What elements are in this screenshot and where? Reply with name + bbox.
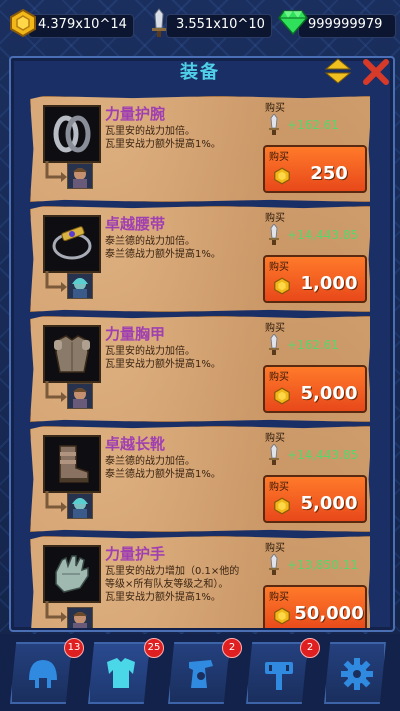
sword-icon — [269, 114, 279, 135]
item-name: 力量护手 — [105, 545, 166, 563]
sword-icon — [269, 554, 279, 575]
equipment-list[interactable]: 力量护腕 瓦里安的战力加倍。 瓦里安战力额外提高1%。 购买 +162.61 购… — [30, 92, 370, 628]
stat-value: +162.61 — [287, 118, 340, 132]
stat-bonus: +14,443.85 — [263, 441, 365, 469]
gold-coin-icon — [274, 167, 290, 185]
close-icon[interactable] — [362, 58, 390, 86]
resource-bar: 4.379x10^14 3.551x10^10 999999979 — [0, 0, 400, 48]
belt-icon — [52, 226, 92, 260]
sort-arrows-icon[interactable] — [324, 58, 352, 84]
price: 5,000 — [300, 383, 358, 404]
stat-value: +14,443.85 — [287, 448, 359, 462]
buy-button[interactable]: 购买 50,000 — [263, 585, 367, 628]
gold-coin-icon — [274, 277, 290, 295]
notification-badge: 2 — [300, 638, 320, 658]
price: 5,000 — [300, 493, 358, 514]
item-description: 泰兰德的战力加倍。 泰兰德战力额外提高1%。 — [105, 236, 221, 260]
gold-coin-icon — [10, 8, 36, 38]
stat-value: +14,443.85 — [287, 228, 359, 242]
stat-bonus: +14,443.85 — [263, 221, 365, 249]
item-name: 力量护腕 — [105, 105, 166, 123]
buy-button-label: 购买 — [269, 152, 289, 163]
buy-button[interactable]: 购买 1,000 — [263, 255, 367, 303]
tab-armor[interactable] — [88, 642, 150, 704]
item-thumbnail — [43, 435, 101, 493]
item-description: 瓦里安的战力加倍。 瓦里安战力额外提高1%。 — [105, 126, 221, 150]
item-name: 卓越腰带 — [105, 215, 166, 233]
buy-button-label: 购买 — [269, 482, 289, 493]
item-thumbnail — [43, 215, 101, 273]
sword-icon — [269, 444, 279, 465]
hero-link-arrow-icon — [45, 381, 67, 402]
price: 50,000 — [294, 603, 364, 624]
green-gem-icon — [278, 10, 308, 36]
gear-icon — [341, 658, 373, 690]
tab-helmet[interactable] — [10, 642, 72, 704]
list-item: 力量胸甲 瓦里安的战力加倍。 瓦里安战力额外提高1%。 购买 +162.61 购… — [30, 316, 370, 422]
gold-resource: 4.379x10^14 — [8, 8, 134, 38]
hammer-icon — [265, 662, 293, 690]
gauntlet-icon — [55, 555, 89, 593]
gold-coin-icon — [274, 497, 290, 515]
buy-button[interactable]: 购买 5,000 — [263, 365, 367, 413]
bracer-icon — [53, 115, 91, 153]
gold-coin-icon — [274, 387, 290, 405]
buy-button[interactable]: 购买 5,000 — [263, 475, 367, 523]
hero-link-arrow-icon — [45, 601, 67, 622]
notification-badge: 25 — [144, 638, 164, 658]
gold-coin-icon — [274, 607, 290, 625]
notification-badge: 13 — [64, 638, 84, 658]
item-thumbnail — [43, 105, 101, 163]
item-thumbnail — [43, 545, 101, 603]
item-name: 力量胸甲 — [105, 325, 166, 343]
stat-value: +13,850.11 — [287, 558, 359, 572]
bottom-tab-bar: 13 25 2 2 — [0, 634, 400, 711]
sword-icon — [152, 8, 166, 37]
buy-button-label: 购买 — [269, 372, 289, 383]
hero-link-arrow-icon — [45, 271, 67, 292]
buy-button[interactable]: 购买 250 — [263, 145, 367, 193]
stat-bonus: +162.61 — [263, 111, 365, 139]
hero-portrait-tyrande — [67, 273, 93, 299]
gem-resource: 999999979 — [278, 10, 396, 38]
power-amount: 3.551x10^10 — [176, 16, 265, 32]
notification-badge: 2 — [222, 638, 242, 658]
item-description: 瓦里安的战力加倍。 瓦里安战力额外提高1%。 — [105, 346, 221, 370]
tab-scroll[interactable] — [168, 642, 230, 704]
list-item: 力量护手 瓦里安的战力增加（0.1×他的 等级×所有队友等级之和）。 瓦里安战力… — [30, 536, 370, 628]
hero-portrait-varian — [67, 383, 93, 409]
list-item: 力量护腕 瓦里安的战力加倍。 瓦里安战力额外提高1%。 购买 +162.61 购… — [30, 96, 370, 202]
list-item: 卓越腰带 泰兰德的战力加倍。 泰兰德战力额外提高1%。 购买 +14,443.8… — [30, 206, 370, 312]
stat-bonus: +13,850.11 — [263, 551, 365, 579]
scroll-icon — [189, 660, 213, 688]
gem-amount: 999999979 — [308, 16, 383, 32]
price: 1,000 — [300, 273, 358, 294]
tab-settings[interactable] — [324, 642, 386, 704]
hero-portrait-varian — [67, 607, 93, 628]
helmet-icon — [29, 660, 57, 688]
price: 250 — [310, 163, 348, 184]
item-description: 泰兰德的战力加倍。 泰兰德战力额外提高1%。 — [105, 456, 221, 480]
hero-link-arrow-icon — [45, 491, 67, 512]
chestplate-icon — [54, 335, 90, 373]
boots-icon — [59, 445, 89, 483]
buy-button-label: 购买 — [269, 592, 289, 603]
sword-icon — [269, 224, 279, 245]
buy-button-label: 购买 — [269, 262, 289, 273]
sword-icon — [269, 334, 279, 355]
stat-bonus: +162.61 — [263, 331, 365, 359]
armor-icon — [107, 658, 135, 688]
power-resource: 3.551x10^10 — [146, 8, 272, 38]
hero-portrait-tyrande — [67, 493, 93, 519]
item-name: 卓越长靴 — [105, 435, 166, 453]
hero-portrait-varian — [67, 163, 93, 189]
tab-hammer[interactable] — [246, 642, 308, 704]
gold-amount: 4.379x10^14 — [38, 16, 127, 32]
list-item: 卓越长靴 泰兰德的战力加倍。 泰兰德战力额外提高1%。 购买 +14,443.8… — [30, 426, 370, 532]
item-description: 瓦里安的战力增加（0.1×他的 等级×所有队友等级之和）。 瓦里安战力额外提高1… — [105, 566, 240, 603]
stat-value: +162.61 — [287, 338, 340, 352]
item-thumbnail — [43, 325, 101, 383]
hero-link-arrow-icon — [45, 161, 67, 182]
